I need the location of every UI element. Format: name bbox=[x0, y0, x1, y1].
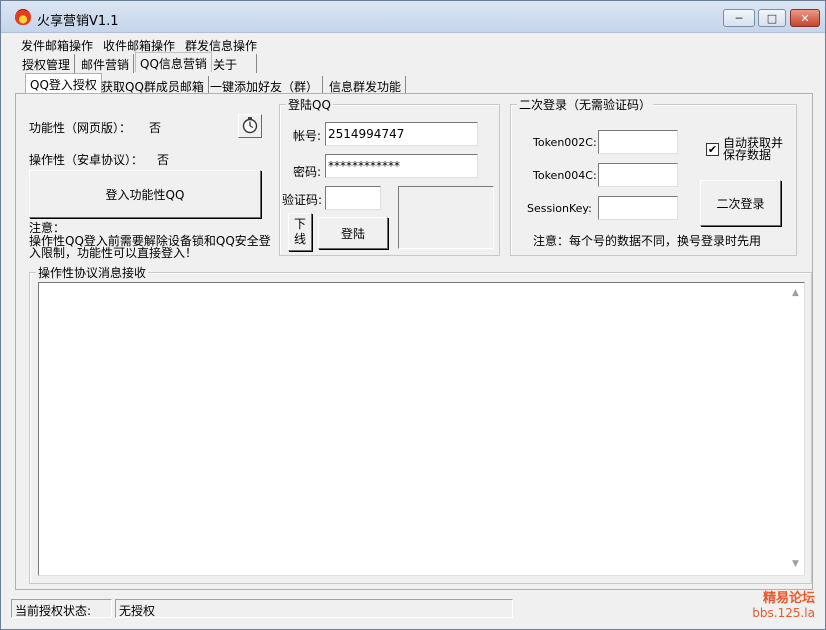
func-mode-label: 功能性（网页版）： bbox=[29, 121, 132, 135]
scroll-down-arrow-icon[interactable]: ▼ bbox=[787, 556, 804, 573]
second-login-note: 注意：每个号的数据不同，换号登录时先用 bbox=[533, 234, 762, 248]
login-button-label: 登陆 bbox=[340, 226, 365, 241]
message-log-textarea[interactable]: ▲ ▼ bbox=[38, 282, 805, 576]
token002c-label: Token002C: bbox=[533, 136, 597, 149]
menu-send-mailbox[interactable]: 发件邮箱操作 bbox=[21, 37, 93, 54]
second-login-group-title: 二次登录（无需验证码） bbox=[517, 96, 654, 113]
password-input[interactable]: ************ bbox=[325, 154, 478, 178]
account-input[interactable]: 2514994747 bbox=[325, 122, 478, 146]
captcha-image[interactable] bbox=[398, 186, 494, 249]
note-line-2: 入限制，功能性可以直接登入！ bbox=[29, 246, 198, 260]
check-mark-icon: ✔ bbox=[707, 143, 718, 156]
account-label: 帐号: bbox=[293, 129, 322, 143]
flame-app-icon bbox=[15, 9, 31, 25]
offline-button[interactable]: 下 线 bbox=[288, 213, 312, 251]
status-bar: 当前授权状态: 无授权 bbox=[1, 597, 825, 621]
captcha-label: 验证码: bbox=[282, 193, 323, 207]
password-label: 密码: bbox=[293, 165, 322, 179]
close-button[interactable]: ✕ bbox=[790, 9, 820, 27]
window-title: 火享营销V1.1 bbox=[37, 14, 119, 29]
token004c-input[interactable] bbox=[598, 163, 678, 187]
sessionkey-input[interactable] bbox=[598, 196, 678, 220]
func-mode-value: 否 bbox=[149, 121, 162, 135]
login-button[interactable]: 登陆 bbox=[318, 217, 388, 249]
offline-label-1: 下 bbox=[293, 217, 306, 231]
minimize-button[interactable]: ─ bbox=[723, 9, 755, 27]
login-func-qq-button[interactable]: 登入功能性QQ bbox=[29, 170, 261, 218]
op-mode-label: 操作性（安卓协议）： bbox=[29, 153, 144, 167]
sessionkey-label: SessionKey: bbox=[527, 202, 592, 215]
tab-auth-management[interactable]: 授权管理 bbox=[18, 54, 76, 73]
menu-bar: 发件邮箱操作 收件邮箱操作 群发信息操作 bbox=[1, 34, 825, 54]
login-qq-group-title: 登陆QQ bbox=[286, 96, 333, 113]
stopwatch-icon bbox=[241, 116, 259, 137]
captcha-input[interactable] bbox=[325, 186, 381, 210]
tab-qq-marketing[interactable]: QQ信息营销 bbox=[135, 52, 212, 72]
auto-fetch-label-2: 保存数据 bbox=[723, 148, 772, 162]
minimize-icon: ─ bbox=[735, 11, 743, 25]
login-func-qq-label: 登入功能性QQ bbox=[105, 187, 185, 202]
message-receive-group-title: 操作性协议消息接收 bbox=[36, 264, 149, 281]
tab-qq-login-auth[interactable]: QQ登入授权 bbox=[25, 73, 102, 94]
close-icon: ✕ bbox=[800, 11, 810, 25]
message-log-scrollbar[interactable]: ▲ ▼ bbox=[787, 283, 804, 575]
title-bar[interactable]: 火享营销V1.1 ─ □ ✕ bbox=[1, 1, 825, 33]
second-login-button[interactable]: 二次登录 bbox=[700, 180, 781, 226]
auto-fetch-checkbox[interactable]: ✔ bbox=[706, 143, 719, 156]
token004c-label: Token004C: bbox=[533, 169, 597, 182]
offline-label-2: 线 bbox=[293, 232, 306, 246]
forum-watermark: 精易论坛 bbs.125.la bbox=[752, 591, 815, 621]
auth-status-value: 无授权 bbox=[115, 599, 513, 618]
watermark-line-1: 精易论坛 bbox=[762, 591, 815, 606]
auth-status-label: 当前授权状态: bbox=[11, 599, 112, 618]
app-window: 火享营销V1.1 ─ □ ✕ 发件邮箱操作 收件邮箱操作 群发信息操作 授权管理… bbox=[0, 0, 826, 630]
tab-about[interactable]: 关于 bbox=[209, 54, 257, 73]
second-login-button-label: 二次登录 bbox=[716, 196, 765, 211]
tab-email-marketing[interactable]: 邮件营销 bbox=[77, 54, 135, 73]
maximize-icon: □ bbox=[766, 11, 778, 25]
scroll-up-arrow-icon[interactable]: ▲ bbox=[787, 285, 804, 302]
op-mode-value: 否 bbox=[157, 153, 170, 167]
maximize-button[interactable]: □ bbox=[758, 9, 786, 27]
token002c-input[interactable] bbox=[598, 130, 678, 154]
timer-button[interactable] bbox=[238, 114, 262, 138]
watermark-line-2: bbs.125.la bbox=[752, 606, 815, 620]
